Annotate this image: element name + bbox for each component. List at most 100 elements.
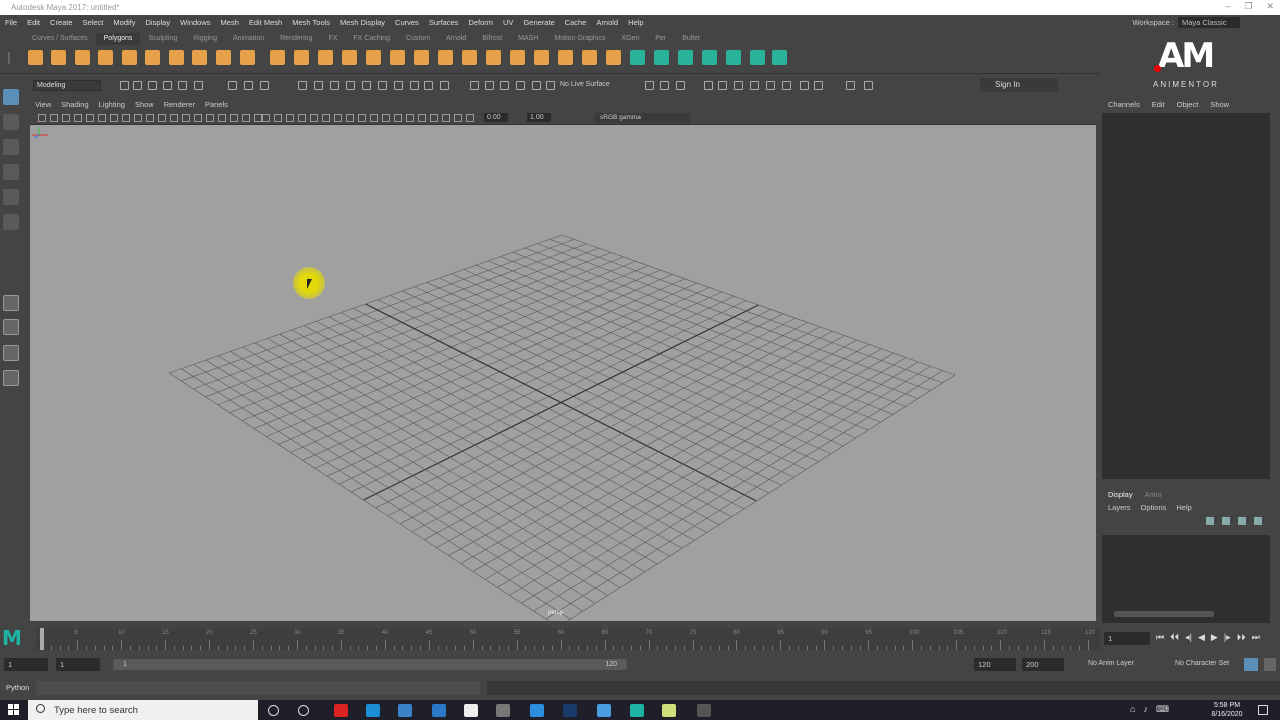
- shelf-tab-rigging[interactable]: Rigging: [185, 33, 225, 45]
- status-tool-11-icon[interactable]: [330, 81, 339, 90]
- scene-end-field[interactable]: 200: [1022, 658, 1064, 671]
- move-layer-down-icon[interactable]: [1222, 517, 1230, 525]
- anim-start-field[interactable]: 1: [56, 658, 100, 671]
- channelbox-menu-show[interactable]: Show: [1204, 97, 1235, 113]
- status-tool-32-icon[interactable]: [766, 81, 775, 90]
- anim-layer-dropdown[interactable]: No Anim Layer: [1088, 660, 1134, 667]
- menuset-dropdown[interactable]: Modeling: [33, 80, 101, 91]
- time-slider-track[interactable]: 1510152025303540455055606570758085909510…: [36, 628, 1100, 650]
- command-input[interactable]: [36, 681, 480, 695]
- viewport-tool-3-icon[interactable]: [74, 114, 82, 122]
- viewport-tool-28-icon[interactable]: [370, 114, 378, 122]
- step-forward-key-button[interactable]: ⏵⏵: [1237, 632, 1246, 643]
- menu-mesh-display[interactable]: Mesh Display: [335, 18, 390, 27]
- network-icon[interactable]: ⌂: [1130, 704, 1135, 715]
- viewport-menu-view[interactable]: View: [30, 99, 56, 111]
- options-menu[interactable]: Options: [1141, 503, 1167, 512]
- viewport-tool-23-icon[interactable]: [310, 114, 318, 122]
- viewport-tool-17-icon[interactable]: [242, 114, 250, 122]
- status-tool-34-icon[interactable]: [800, 81, 809, 90]
- viewport-menu-shading[interactable]: Shading: [56, 99, 94, 111]
- anim-end-field[interactable]: 120: [974, 658, 1016, 671]
- menu-curves[interactable]: Curves: [390, 18, 424, 27]
- taskbar-clock[interactable]: 5:58 PM 8/16/2020: [1203, 701, 1251, 719]
- shelf-tab-bullet[interactable]: Bullet: [674, 33, 708, 45]
- play-backward-button[interactable]: ◀: [1198, 632, 1205, 643]
- status-tool-26-icon[interactable]: [660, 81, 669, 90]
- viewport-tool-20-icon[interactable]: [274, 114, 282, 122]
- workspace-value[interactable]: Maya Classic: [1178, 17, 1240, 28]
- status-tool-35-icon[interactable]: [814, 81, 823, 90]
- language-icon[interactable]: ⌨: [1156, 704, 1169, 715]
- shelf-gear-icon[interactable]: [8, 52, 10, 64]
- viewport-tool-18-icon[interactable]: [254, 114, 262, 122]
- status-tool-31-icon[interactable]: [750, 81, 759, 90]
- move-tool-icon[interactable]: [3, 164, 19, 180]
- gamma-field[interactable]: 1.00: [527, 113, 551, 122]
- shelf-tab-motion-graphics[interactable]: Motion Graphics: [546, 33, 613, 45]
- viewport-tool-32-icon[interactable]: [418, 114, 426, 122]
- step-forward-frame-button[interactable]: |▸: [1224, 632, 1231, 643]
- viewport-tool-26-icon[interactable]: [346, 114, 354, 122]
- status-tool-4-icon[interactable]: [178, 81, 187, 90]
- rotate-tool-icon[interactable]: [3, 189, 19, 205]
- outliner-layout-icon[interactable]: [3, 345, 19, 361]
- status-tool-5-icon[interactable]: [194, 81, 203, 90]
- sphere-icon[interactable]: [28, 50, 43, 65]
- mirror-icon[interactable]: [534, 50, 549, 65]
- menu-uv[interactable]: UV: [498, 18, 518, 27]
- viewport-tool-15-icon[interactable]: [218, 114, 226, 122]
- viewport-tool-29-icon[interactable]: [382, 114, 390, 122]
- cube-icon[interactable]: [51, 50, 66, 65]
- plane-icon[interactable]: [122, 50, 137, 65]
- viewport-tool-24-icon[interactable]: [322, 114, 330, 122]
- status-tool-18-icon[interactable]: [440, 81, 449, 90]
- scene-start-field[interactable]: 1: [4, 658, 48, 671]
- colorspace-dropdown[interactable]: sRGB gamma: [595, 113, 690, 123]
- menu-display[interactable]: Display: [141, 18, 176, 27]
- viewport-menu-panels[interactable]: Panels: [200, 99, 233, 111]
- multicut-icon[interactable]: [462, 50, 477, 65]
- viewport-menu-lighting[interactable]: Lighting: [94, 99, 130, 111]
- layers-menu[interactable]: Layers: [1108, 503, 1131, 512]
- help-menu[interactable]: Help: [1176, 503, 1191, 512]
- viewport-tool-36-icon[interactable]: [466, 114, 474, 122]
- current-frame-marker[interactable]: [40, 628, 44, 650]
- viewport-tool-8-icon[interactable]: [134, 114, 142, 122]
- menu-mesh[interactable]: Mesh: [216, 18, 244, 27]
- outliner-icon[interactable]: [3, 370, 19, 386]
- shelf-tab-rendering[interactable]: Rendering: [272, 33, 320, 45]
- viewport-tool-13-icon[interactable]: [194, 114, 202, 122]
- volume-icon[interactable]: ♪: [1143, 704, 1148, 715]
- status-tool-13-icon[interactable]: [362, 81, 371, 90]
- shelf-tab-per[interactable]: Per: [647, 33, 674, 45]
- layer-scrollbar[interactable]: [1114, 611, 1214, 617]
- channelbox-menu-edit[interactable]: Edit: [1146, 97, 1171, 113]
- menu-deform[interactable]: Deform: [463, 18, 498, 27]
- status-tool-36-icon[interactable]: [846, 81, 855, 90]
- viewport-tool-2-icon[interactable]: [62, 114, 70, 122]
- shelf-tab-animation[interactable]: Animation: [225, 33, 272, 45]
- edge-icon[interactable]: [366, 704, 380, 717]
- menu-select[interactable]: Select: [78, 18, 109, 27]
- menu-edit-mesh[interactable]: Edit Mesh: [244, 18, 287, 27]
- shelf-tab-bifrost[interactable]: Bifrost: [474, 33, 510, 45]
- helix-icon[interactable]: [240, 50, 255, 65]
- language-toggle[interactable]: Python: [6, 683, 29, 692]
- close-button[interactable]: ✕: [1266, 1, 1274, 12]
- signin-button[interactable]: Sign In: [980, 78, 1058, 92]
- explorer-icon[interactable]: [496, 704, 510, 717]
- offset-loop-icon[interactable]: [630, 50, 645, 65]
- status-tool-30-icon[interactable]: [734, 81, 743, 90]
- planar-map-icon[interactable]: [750, 50, 765, 65]
- workspace-selector[interactable]: Workspace : Maya Classic: [1132, 17, 1240, 28]
- status-tool-22-icon[interactable]: [516, 81, 525, 90]
- text-icon[interactable]: [270, 50, 285, 65]
- cut-uv-icon[interactable]: [772, 50, 787, 65]
- viewport-tool-19-icon[interactable]: [262, 114, 270, 122]
- shelf-tab-arnold[interactable]: Arnold: [438, 33, 474, 45]
- viewport-tool-9-icon[interactable]: [146, 114, 154, 122]
- menu-surfaces[interactable]: Surfaces: [424, 18, 464, 27]
- minimize-button[interactable]: –: [1225, 1, 1230, 12]
- scale-tool-icon[interactable]: [3, 214, 19, 230]
